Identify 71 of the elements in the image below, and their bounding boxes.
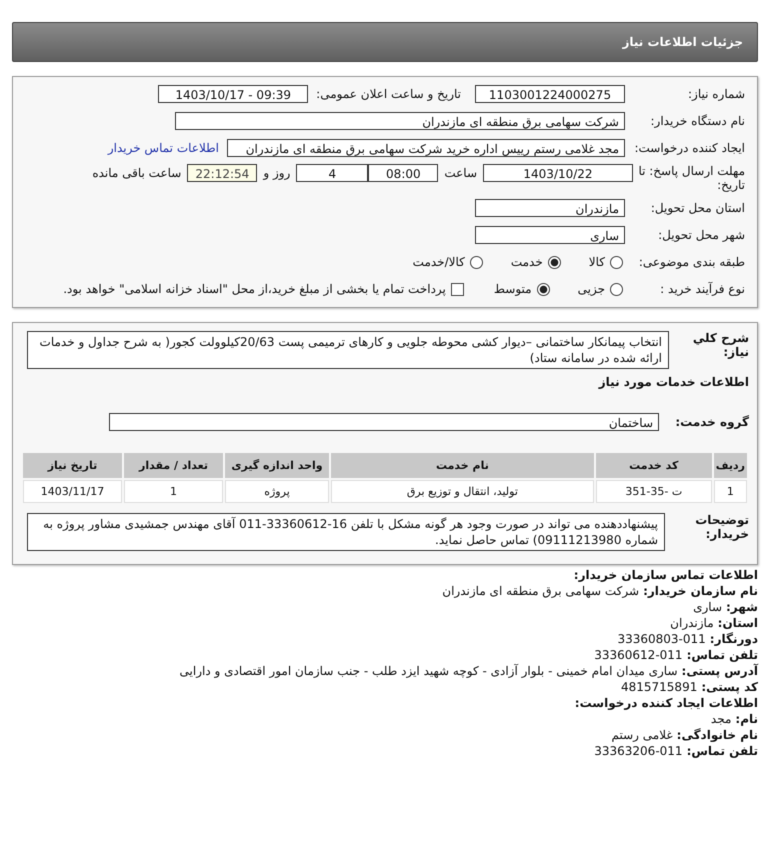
section-heading: اطلاعات خدمات مورد نیاز xyxy=(597,375,749,389)
contact-label: دورنگار: xyxy=(710,632,758,646)
contact-value: ساری xyxy=(693,600,722,614)
contact-label: تلفن تماس: xyxy=(686,648,758,662)
need-number-field: 1103001224000275 xyxy=(475,85,625,103)
days-field: 4 xyxy=(296,164,368,182)
column-header: ردیف xyxy=(714,453,747,478)
notes-box: پیشنهاددهنده می تواند در صورت وجود هر گونه مشکل با تلفن 16-33360612-011 آقای مهندس جمشیدی مشاور پروژه به شماره 09111213980) تماس حاصل نماید. xyxy=(27,513,665,551)
field-label: توضیحات خریدار: xyxy=(694,513,749,541)
table-cell: 1403/11/17 xyxy=(23,480,122,503)
checkbox-label: پرداخت تمام یا بخشی از مبلغ خرید،از محل "اسناد خزانه اسلامی" خواهد بود. xyxy=(63,282,446,296)
buyer-contact-link[interactable]: اطلاعات تماس خریدار xyxy=(108,141,219,155)
contact-value: 011-33363206 xyxy=(594,744,683,758)
table-cell: ت -35-351 xyxy=(596,480,712,503)
field-label: گروه خدمت: xyxy=(674,415,749,429)
field-label: ایجاد کننده درخواست: xyxy=(633,141,746,155)
field-label: تاریخ و ساعت اعلان عمومی: xyxy=(316,87,461,101)
announce-date-field: 1403/10/17 - 09:39 xyxy=(158,85,308,103)
contact-value: شرکت سهامی برق منطقه ای مازندران xyxy=(442,584,640,598)
table-cell: 1 xyxy=(714,480,747,503)
contact-label: نام خانوادگی: xyxy=(676,728,758,742)
time-label: ساعت xyxy=(444,165,477,182)
remaining-time-field: 22:12:54 xyxy=(187,164,258,182)
creator-field: مجد غلامی رستم رییس اداره خرید شرکت سهامی برق منطقه ای مازندران xyxy=(227,139,625,157)
contact-value: غلامی رستم xyxy=(612,728,673,742)
contact-value: مجد xyxy=(710,712,732,726)
column-header: تاریخ نیاز xyxy=(23,453,122,478)
column-header: تعداد / مقدار xyxy=(124,453,223,478)
contact-label: نام: xyxy=(735,712,758,726)
table-cell: تولید، انتقال و توزیع برق xyxy=(331,480,594,503)
radio-label: کالا/خدمت xyxy=(412,255,465,269)
contact-heading: اطلاعات ایجاد کننده درخواست: xyxy=(574,695,758,711)
column-header: کد خدمت xyxy=(596,453,712,478)
contact-label: تلفن تماس: xyxy=(686,744,758,758)
field-label: شهر محل تحویل: xyxy=(657,228,746,242)
contact-label: آدرس پستی: xyxy=(682,664,758,678)
field-label: مهلت ارسال پاسخ: تا تاریخ: xyxy=(637,164,746,192)
contact-value: 011-33360612 xyxy=(594,648,683,662)
radio-label: خدمت xyxy=(510,255,543,269)
deadline-time-field: 08:00 xyxy=(368,164,438,182)
service-group-field: ساختمان xyxy=(109,413,659,431)
field-label: شماره نیاز: xyxy=(687,87,746,101)
province-field: مازندران xyxy=(475,199,625,217)
contact-heading: اطلاعات تماس سازمان خریدار: xyxy=(572,567,758,583)
contact-value: 4815715891 xyxy=(620,680,698,694)
deadline-date-field: 1403/10/22 xyxy=(483,164,633,182)
contact-label: استان: xyxy=(718,616,758,630)
contact-value: 011-33360803 xyxy=(617,632,706,646)
radio-label: متوسط xyxy=(494,282,532,296)
field-label: نوع فرآیند خرید : xyxy=(659,282,746,296)
city-field: ساری xyxy=(475,226,625,244)
contact-label: نام سازمان خریدار: xyxy=(643,584,758,598)
field-label: استان محل تحویل: xyxy=(650,201,746,215)
radio-label: جزیی xyxy=(578,282,605,296)
days-label: روز و xyxy=(263,165,290,182)
page-title: جزئیات اطلاعات نیاز xyxy=(622,35,743,49)
table-cell: پروژه xyxy=(225,480,329,503)
description-box: انتخاب پیمانکار ساختمانی –دیوار کشی محوطه جلویی و کارهای ترمیمی پست 20/63کیلوولت کجور( به شرح جداول و خدمات ارائه شده در سامانه ستاد) xyxy=(27,331,669,369)
radio-label: کالا xyxy=(588,255,605,269)
field-label: نام دستگاه خریدار: xyxy=(650,114,746,128)
table-cell: 1 xyxy=(124,480,223,503)
field-label: شرح کلي نیاز: xyxy=(692,331,749,359)
contact-label: شهر: xyxy=(726,600,758,614)
field-label: طبقه بندی موضوعی: xyxy=(638,255,746,269)
column-header: نام خدمت xyxy=(331,453,594,478)
buyer-org-field: شرکت سهامی برق منطقه ای مازندران xyxy=(175,112,625,130)
contact-label: کد پستی: xyxy=(701,680,758,694)
contact-value: ساری میدان امام خمینی - بلوار آزادی - کوچه شهید ایزد طلب - جنب سازمان امور اقتصادی و دارایی xyxy=(180,664,678,678)
column-header: واحد اندازه گیری xyxy=(225,453,329,478)
remaining-label: ساعت باقی مانده xyxy=(92,165,182,182)
contact-value: مازندران xyxy=(670,616,714,630)
